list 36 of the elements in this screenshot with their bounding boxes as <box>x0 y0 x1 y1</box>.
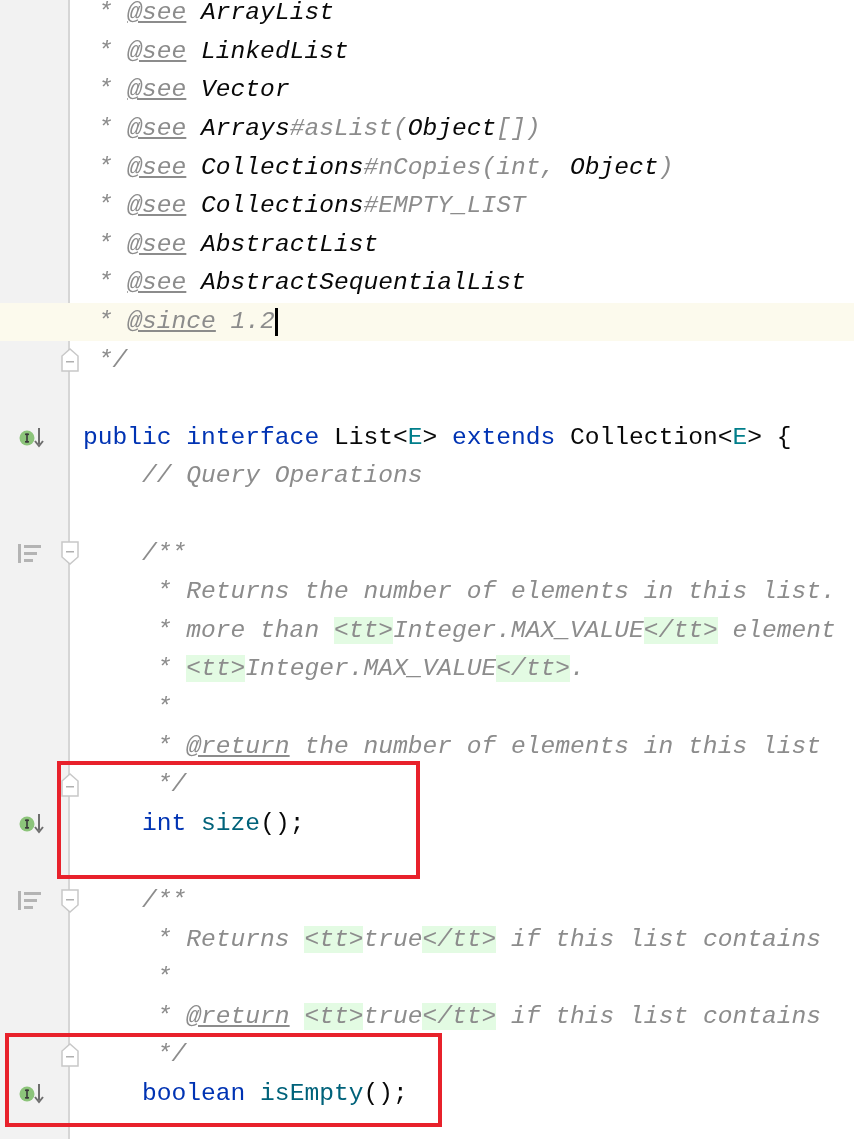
implemented-method-icon[interactable] <box>18 812 46 835</box>
code-line: * @see LinkedList <box>96 36 349 67</box>
code-line: * more than <tt>Integer.MAX_VALUE</tt> element <box>155 615 836 646</box>
doc-comment-icon[interactable] <box>18 890 42 911</box>
fold-marker-icon[interactable] <box>61 888 79 913</box>
code-line: * @see Vector <box>96 75 290 106</box>
code-line: * Returns the number of elements in this list. <box>155 577 836 608</box>
doc-comment-icon[interactable] <box>18 543 42 564</box>
code-line: * @return <tt>true</tt> if this list contains <box>155 1001 821 1032</box>
implemented-method-icon[interactable] <box>18 426 46 449</box>
code-line: * @see Arrays#asList(Object[]) <box>96 114 541 145</box>
code-line: /** <box>141 538 187 569</box>
code-line: * @see Collections#EMPTY_LIST <box>96 191 526 222</box>
fold-marker-icon[interactable] <box>61 1043 79 1068</box>
implemented-method-icon[interactable] <box>18 1082 46 1105</box>
code-line: /** <box>141 885 187 916</box>
code-line: * @since 1.2 <box>96 307 275 338</box>
fold-marker-icon[interactable] <box>61 541 79 566</box>
fold-marker-icon[interactable] <box>61 348 79 373</box>
text-cursor <box>274 308 278 337</box>
code-line: * @see AbstractSequentialList <box>96 268 526 299</box>
code-line: * @return the number of elements in this list <box>155 731 821 762</box>
code-line: * <box>155 963 172 994</box>
code-line: boolean isEmpty(); <box>141 1078 408 1109</box>
code-line: * <tt>Integer.MAX_VALUE</tt>. <box>155 654 585 685</box>
code-line: */ <box>155 1040 187 1071</box>
code-line: * @see ArrayList <box>96 0 334 29</box>
code-line: int size(); <box>141 808 305 839</box>
code-line: public interface List<E> extends Collection<E> { <box>83 422 792 453</box>
code-line: * <box>155 693 172 723</box>
code-line: */ <box>96 345 128 376</box>
code-line: // Query Operations <box>141 461 423 492</box>
code-line: */ <box>155 770 187 801</box>
code-line: * @see Collections#nCopies(int, Object) <box>96 152 674 183</box>
code-line: * Returns <tt>true</tt> if this list contains <box>155 924 821 955</box>
code-line: * @see AbstractList <box>96 229 379 260</box>
